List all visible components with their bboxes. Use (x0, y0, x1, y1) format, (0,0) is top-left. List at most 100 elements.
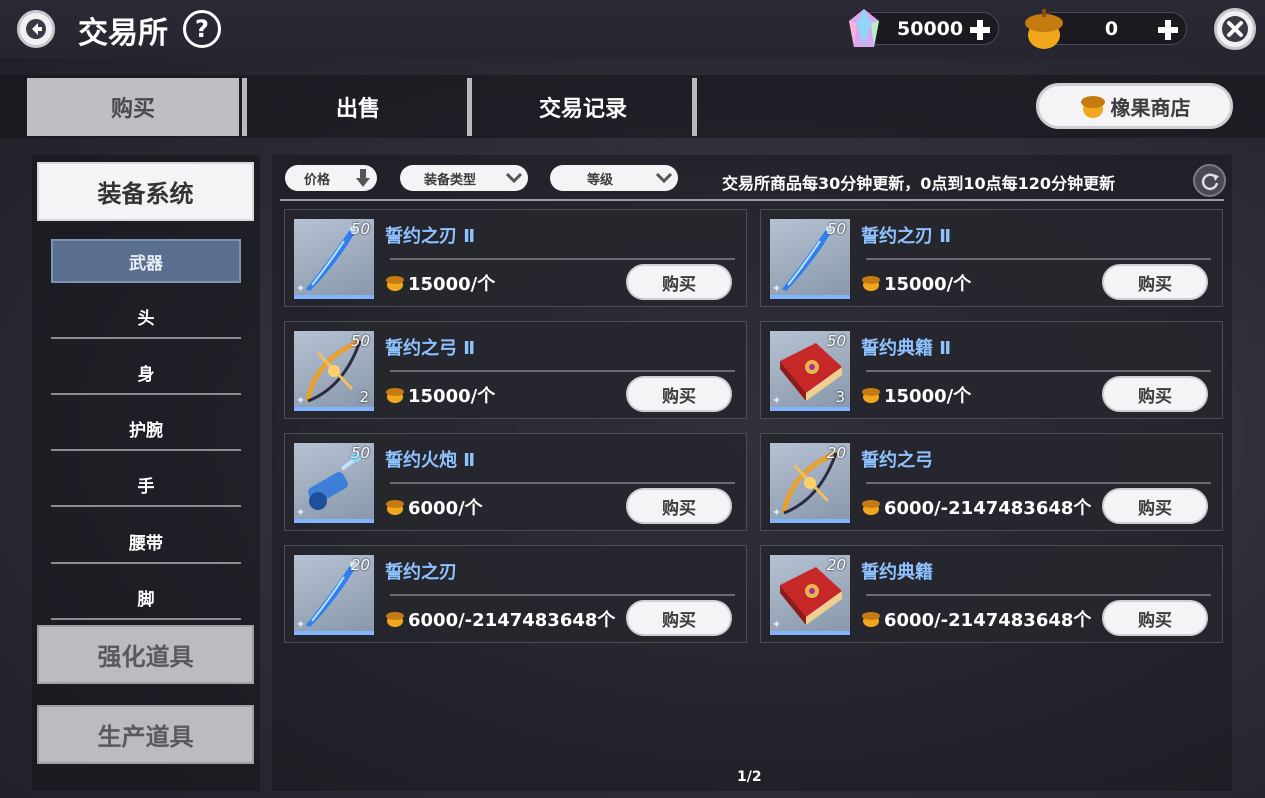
item-thumbnail[interactable]: 50 ✦ (770, 219, 850, 299)
subcategory-bracer[interactable]: 护腕 (51, 407, 241, 451)
item-price-value: 15000/个 (884, 386, 972, 407)
sparkle-icon: ✦ (772, 394, 782, 407)
subcategory-hand[interactable]: 手 (51, 463, 241, 507)
item-level: 20 (826, 556, 846, 574)
item-level: 50 (350, 332, 370, 350)
category-sidebar: 装备系统 武器 头 身 护腕 手 腰带 脚 强化道具 生产道具 (32, 155, 260, 791)
item-thumbnail[interactable]: 50 3 ✦ (770, 331, 850, 411)
item-divider (390, 258, 735, 260)
close-icon (1222, 16, 1248, 42)
refresh-notice: 交易所商品每30分钟更新，0点到10点每120分钟更新 (722, 174, 1116, 193)
refresh-button[interactable] (1193, 164, 1226, 197)
subcategory-head[interactable]: 头 (51, 295, 241, 339)
filter-level[interactable]: 等级 (550, 165, 678, 191)
acorn-icon (862, 612, 880, 627)
item-price-value: 6000/-2147483648个 (884, 610, 1092, 631)
item-name: 誓约之弓 (861, 450, 933, 471)
item-name: 誓约之刃 Ⅱ (861, 226, 952, 247)
item-thumbnail[interactable]: 20 ✦ (294, 555, 374, 635)
item-price-value: 6000/-2147483648个 (884, 498, 1092, 519)
buy-button[interactable]: 购买 (626, 376, 732, 412)
buy-button[interactable]: 购买 (1102, 376, 1208, 412)
back-arrow-icon (26, 19, 46, 39)
acorn-shop-label: 橡果商店 (1110, 95, 1191, 120)
subcategory-belt[interactable]: 腰带 (51, 520, 241, 564)
item-price: 6000/-2147483648个 (861, 494, 1091, 520)
sparkle-icon: ✦ (772, 618, 782, 631)
item-card: 50 ✦ 誓约之刃 Ⅱ 15000/个 购买 (760, 209, 1223, 307)
add-gems-button[interactable] (966, 16, 994, 44)
item-price: 6000/-2147483648个 (861, 606, 1091, 632)
add-acorns-button[interactable] (1154, 16, 1182, 44)
item-name: 誓约火炮 Ⅱ (385, 450, 476, 471)
page-indicator: 1/2 (737, 769, 762, 785)
item-price-value: 6000/个 (408, 498, 483, 519)
bow-icon (770, 450, 850, 519)
item-name: 誓约之刃 (385, 562, 457, 583)
item-divider (390, 482, 735, 484)
item-divider (390, 370, 735, 372)
buy-button[interactable]: 购买 (626, 264, 732, 300)
item-list-panel: 价格 装备类型 等级 交易所商品每30分钟更新，0点到10点每120分钟更新 5… (272, 155, 1232, 791)
tab-trade-history[interactable]: 交易记录 (477, 78, 689, 136)
item-name: 誓约之弓 Ⅱ (385, 338, 476, 359)
item-divider (866, 594, 1211, 596)
help-button[interactable]: ? (183, 10, 221, 48)
item-price: 15000/个 (385, 382, 495, 408)
tab-sell[interactable]: 出售 (252, 78, 464, 136)
item-level: 50 (350, 220, 370, 238)
acorn-icon (1025, 9, 1063, 49)
plus-icon (970, 20, 990, 40)
item-name: 誓约典籍 Ⅱ (861, 338, 952, 359)
chevron-down-icon (500, 172, 528, 184)
category-equipment-system[interactable]: 装备系统 (37, 162, 254, 221)
item-thumbnail[interactable]: 20 ✦ (770, 443, 850, 523)
blade-icon (294, 561, 374, 631)
subcategory-weapon[interactable]: 武器 (51, 239, 241, 283)
tab-buy[interactable]: 购买 (27, 78, 239, 136)
filter-price[interactable]: 价格 (285, 165, 377, 191)
chevron-down-icon (650, 172, 678, 184)
item-name: 誓约之刃 Ⅱ (385, 226, 476, 247)
category-enhancement-items[interactable]: 强化道具 (37, 625, 254, 684)
buy-button[interactable]: 购买 (626, 488, 732, 524)
buy-button[interactable]: 购买 (1102, 488, 1208, 524)
buy-button[interactable]: 购买 (626, 600, 732, 636)
acorn-icon (862, 500, 880, 515)
filter-type-label: 装备类型 (423, 172, 476, 188)
item-card: 50 ✦ 誓约之刃 Ⅱ 15000/个 购买 (284, 209, 747, 307)
item-thumbnail[interactable]: 50 ✦ (294, 219, 374, 299)
item-price-value: 15000/个 (408, 386, 496, 407)
sparkle-icon: ✦ (772, 282, 782, 295)
page-title: 交易所 (78, 16, 168, 51)
item-divider (390, 594, 735, 596)
buy-button[interactable]: 购买 (1102, 264, 1208, 300)
back-button[interactable] (17, 10, 55, 48)
close-button[interactable] (1214, 8, 1256, 50)
filter-equipment-type[interactable]: 装备类型 (400, 165, 528, 191)
acorn-amount: 0 (1104, 18, 1119, 40)
item-card: 20 ✦ 誓约典籍 6000/-2147483648个 购买 (760, 545, 1223, 643)
item-count: 2 (359, 388, 369, 406)
item-price-value: 15000/个 (408, 274, 496, 295)
sparkle-icon: ✦ (296, 394, 306, 407)
sort-down-icon (349, 169, 377, 187)
item-thumbnail[interactable]: 20 ✦ (770, 555, 850, 635)
acorn-icon (1080, 96, 1105, 118)
sparkle-icon: ✦ (296, 506, 306, 519)
item-thumbnail[interactable]: 50 ✦ (294, 443, 374, 523)
acorn-shop-button[interactable]: 橡果商店 (1036, 83, 1233, 129)
header-divider (280, 199, 1224, 201)
item-price: 15000/个 (861, 382, 971, 408)
plus-icon (1158, 20, 1178, 40)
buy-button[interactable]: 购买 (1102, 600, 1208, 636)
subcategory-body[interactable]: 身 (51, 351, 241, 395)
item-thumbnail[interactable]: 50 2 ✦ (294, 331, 374, 411)
acorn-icon (862, 276, 880, 291)
acorn-icon (386, 276, 404, 291)
acorn-icon (862, 388, 880, 403)
tab-divider (467, 78, 472, 136)
subcategory-feet[interactable]: 脚 (51, 576, 241, 620)
category-production-items[interactable]: 生产道具 (37, 705, 254, 764)
book-icon (770, 567, 850, 631)
